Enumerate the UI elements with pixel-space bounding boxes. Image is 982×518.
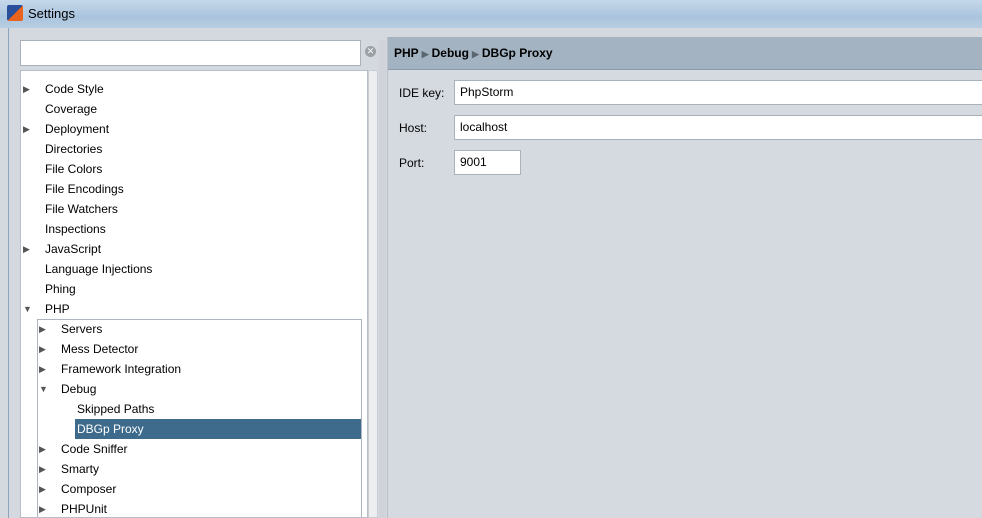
collapsed-arrow-icon[interactable]: ▶ bbox=[39, 499, 49, 517]
port-label: Port: bbox=[399, 156, 425, 170]
tree-item-label: JavaScript bbox=[45, 242, 102, 256]
tree-item-label: Debug bbox=[61, 382, 97, 396]
tree-scrollbar[interactable] bbox=[368, 70, 378, 518]
collapsed-arrow-icon[interactable]: ▶ bbox=[39, 319, 49, 339]
breadcrumb-dbgp-proxy: DBGp Proxy bbox=[481, 46, 553, 60]
breadcrumb-arrow-icon: ▶ bbox=[471, 49, 479, 59]
collapsed-arrow-icon[interactable]: ▶ bbox=[39, 359, 49, 379]
tree-item-label: Framework Integration bbox=[61, 362, 182, 376]
collapsed-arrow-icon[interactable]: ▶ bbox=[23, 119, 33, 139]
expanded-arrow-icon[interactable]: ▼ bbox=[23, 299, 33, 319]
tree-item-label: Phing bbox=[45, 282, 76, 296]
settings-search-input[interactable] bbox=[20, 40, 361, 66]
tree-item-label: Servers bbox=[61, 322, 103, 336]
tree-item-label: Smarty bbox=[61, 462, 100, 476]
tree-item-label: Deployment bbox=[45, 122, 110, 136]
tree-item-label: Directories bbox=[45, 142, 103, 156]
tree-item-label: Composer bbox=[61, 482, 117, 496]
tree-item-label: File Encodings bbox=[45, 182, 124, 196]
tree-item-label: Code Sniffer bbox=[61, 442, 128, 456]
collapsed-arrow-icon[interactable]: ▶ bbox=[23, 239, 33, 259]
tree-item-label: Inspections bbox=[45, 222, 106, 236]
collapsed-arrow-icon[interactable]: ▶ bbox=[39, 439, 49, 459]
collapsed-arrow-icon[interactable]: ▶ bbox=[39, 479, 49, 499]
collapsed-arrow-icon[interactable]: ▶ bbox=[23, 79, 33, 99]
breadcrumb-php: PHP bbox=[394, 46, 419, 60]
collapsed-arrow-icon[interactable]: ▶ bbox=[39, 459, 49, 479]
phpstorm-logo-icon bbox=[7, 5, 23, 21]
breadcrumb: PHP ▶ Debug ▶ DBGp Proxy bbox=[388, 37, 982, 70]
tree-item-label: PHPUnit bbox=[61, 502, 108, 516]
ide-key-label: IDE key: bbox=[399, 86, 445, 100]
title-bar: Settings bbox=[0, 0, 982, 28]
settings-tree: ▶ Code Style Coverage ▶ Deployment Directorie… bbox=[20, 70, 368, 518]
tree-item-label: DBGp Proxy bbox=[77, 422, 144, 436]
clear-icon[interactable]: ✕ bbox=[365, 46, 376, 57]
host-input[interactable]: localhost bbox=[454, 115, 982, 140]
tree-item-label: Code Style bbox=[45, 82, 104, 96]
breadcrumb-debug: Debug bbox=[431, 46, 469, 60]
expanded-arrow-icon[interactable]: ▼ bbox=[39, 379, 49, 399]
port-input[interactable]: 9001 bbox=[454, 150, 521, 175]
breadcrumb-arrow-icon: ▶ bbox=[421, 49, 429, 59]
tree-item-label: File Colors bbox=[45, 162, 103, 176]
window-title: Settings bbox=[28, 6, 75, 21]
settings-panel: PHP ▶ Debug ▶ DBGp Proxy IDE key: PhpStorm H… bbox=[387, 37, 982, 518]
tree-item-label: PHP bbox=[45, 302, 70, 316]
splitter-handle[interactable] bbox=[379, 40, 386, 518]
tree-item-label: Mess Detector bbox=[61, 342, 139, 356]
host-label: Host: bbox=[399, 121, 428, 135]
collapsed-arrow-icon[interactable]: ▶ bbox=[39, 339, 49, 359]
tree-item-label: File Watchers bbox=[45, 202, 118, 216]
ide-key-input[interactable]: PhpStorm bbox=[454, 80, 982, 105]
tree-item[interactable]: DBGp Proxy bbox=[75, 419, 361, 439]
tree-item-label: Skipped Paths bbox=[77, 402, 155, 416]
tree-item-label: Coverage bbox=[45, 102, 98, 116]
tree-item-label: Language Injections bbox=[45, 262, 153, 276]
